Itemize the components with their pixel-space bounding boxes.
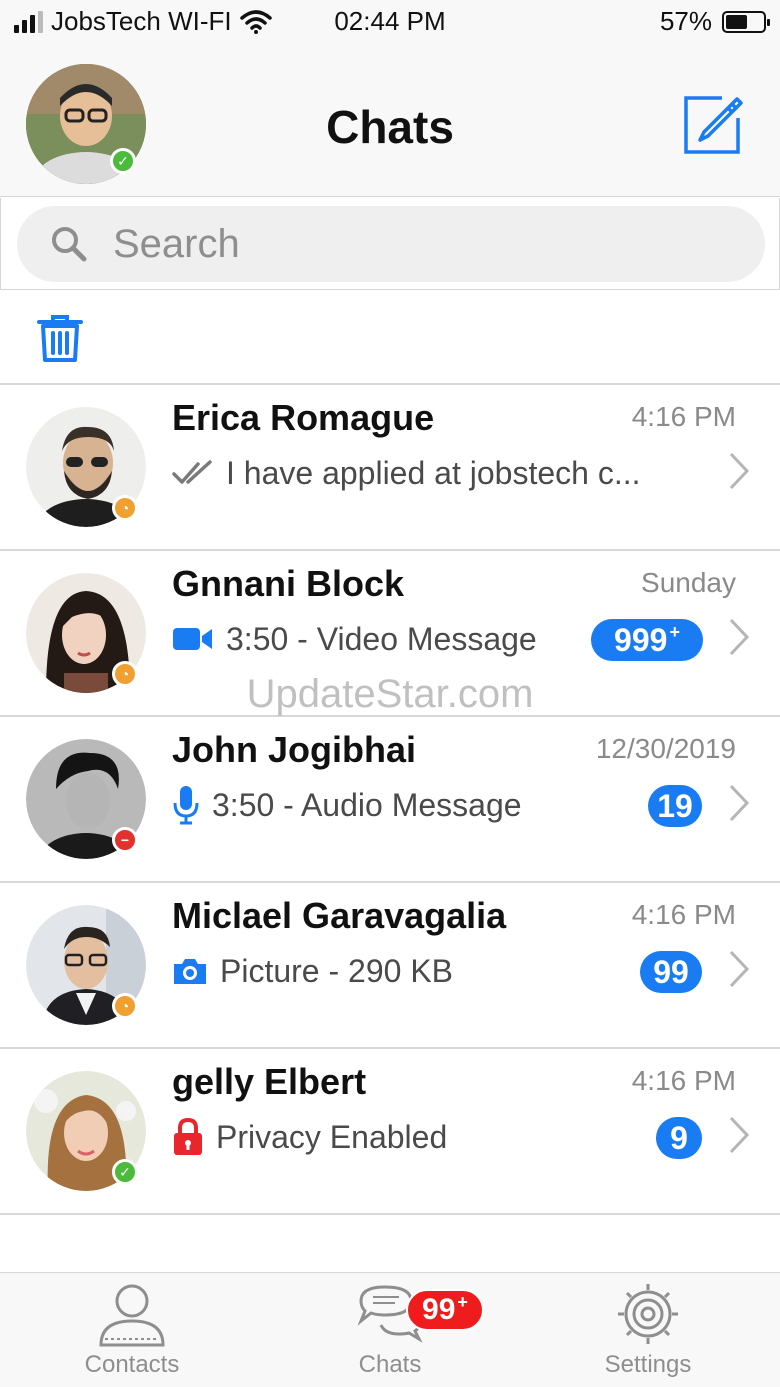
- tab-label: Contacts: [84, 1351, 180, 1378]
- list-toolbar: [0, 291, 780, 385]
- tab-bar: Contacts Chats 99 + Settings: [0, 1272, 780, 1387]
- chat-time: Sunday: [641, 567, 736, 598]
- gear-icon: [618, 1284, 678, 1344]
- chat-preview: I have applied at jobstech c...: [172, 451, 692, 495]
- unread-count: 9: [670, 1119, 688, 1156]
- battery-percent: 57%: [659, 6, 712, 36]
- chat-row-miclael-garavagalia[interactable]: ◔ Miclael Garavagalia 4:16 PM Picture - …: [0, 883, 780, 1049]
- chat-name: Miclael Garavagalia: [172, 895, 507, 936]
- search-input[interactable]: [113, 218, 733, 270]
- chevron-right-icon: [729, 1116, 750, 1154]
- chat-name: Erica Romague: [172, 397, 435, 438]
- compose-icon[interactable]: [682, 94, 744, 156]
- chat-name: John Jogibhai: [172, 729, 417, 770]
- preview-text: Privacy Enabled: [216, 1118, 448, 1155]
- chat-time: 4:16 PM: [631, 899, 736, 930]
- preview-text: 3:50 - Video Message: [226, 620, 537, 657]
- preview-text: I have applied at jobstech c...: [226, 454, 641, 491]
- chevron-right-icon: [729, 452, 750, 490]
- chat-name: Gnnani Block: [172, 563, 405, 604]
- status-right: 57%: [659, 6, 770, 37]
- page-title: Chats: [326, 101, 454, 153]
- search-field[interactable]: [17, 206, 765, 282]
- unread-count: 999: [614, 621, 668, 658]
- away-status-icon: ◔: [112, 661, 138, 687]
- online-status-icon: ✓: [112, 1159, 138, 1185]
- unread-badge: 19: [648, 785, 702, 827]
- preview-text: 3:50 - Audio Message: [212, 786, 522, 823]
- search-bar: [0, 198, 780, 290]
- chat-row-gelly-elbert[interactable]: ✓ gelly Elbert 4:16 PM Privacy Enabled 9: [0, 1049, 780, 1215]
- preview-text: Picture - 290 KB: [220, 952, 453, 989]
- battery-icon: [722, 10, 770, 33]
- status-bar: JobsTech WI-FI 02:44 PM 57%: [0, 0, 780, 44]
- camera-icon: [174, 959, 206, 984]
- tab-chats[interactable]: Chats 99 +: [300, 1281, 484, 1385]
- unread-badge: 9: [656, 1117, 702, 1159]
- tab-contacts[interactable]: Contacts: [42, 1281, 222, 1385]
- chat-preview: 3:50 - Audio Message: [172, 783, 692, 827]
- tab-unread-count: 99: [422, 1293, 456, 1326]
- unread-badge: 999 +: [591, 619, 703, 661]
- chat-time: 4:16 PM: [631, 401, 736, 432]
- tab-unread-badge: 99 +: [406, 1289, 484, 1331]
- battery-fill: [726, 14, 747, 29]
- chat-list: ◔ Erica Romague 4:16 PM I have applied a…: [0, 385, 780, 1215]
- search-icon: [52, 227, 87, 262]
- tab-settings[interactable]: Settings: [558, 1281, 738, 1385]
- person-icon: [99, 1284, 165, 1347]
- busy-status-icon: −: [112, 827, 138, 853]
- chevron-right-icon: [729, 618, 750, 656]
- away-status-icon: ◔: [112, 495, 138, 521]
- chat-time: 4:16 PM: [631, 1065, 736, 1096]
- lock-icon: [174, 1118, 202, 1155]
- unread-plus: +: [669, 621, 680, 642]
- chat-preview: Privacy Enabled: [172, 1115, 692, 1159]
- double-check-icon: [172, 460, 212, 484]
- unread-badge: 99: [640, 951, 702, 993]
- away-status-icon: ◔: [112, 993, 138, 1019]
- chevron-right-icon: [729, 784, 750, 822]
- microphone-icon: [173, 786, 199, 825]
- unread-count: 19: [657, 787, 693, 824]
- tab-unread-plus: +: [457, 1291, 468, 1312]
- chat-row-erica-romague[interactable]: ◔ Erica Romague 4:16 PM I have applied a…: [0, 385, 780, 551]
- tab-label: Chats: [358, 1351, 422, 1378]
- tab-label: Settings: [604, 1351, 692, 1378]
- chat-preview: Picture - 290 KB: [172, 949, 692, 993]
- video-icon: [173, 628, 212, 650]
- chat-row-john-jogibhai[interactable]: − John Jogibhai 12/30/2019 3:50 - Audio …: [0, 717, 780, 883]
- trash-icon[interactable]: [36, 313, 84, 363]
- chat-row-gnnani-block[interactable]: ◔ Gnnani Block Sunday 3:50 - Video Messa…: [0, 551, 780, 717]
- chat-time: 12/30/2019: [595, 733, 736, 764]
- chats-header: ✓ Chats: [0, 44, 780, 197]
- chevron-right-icon: [729, 950, 750, 988]
- unread-count: 99: [653, 953, 689, 990]
- chat-name: gelly Elbert: [172, 1061, 367, 1102]
